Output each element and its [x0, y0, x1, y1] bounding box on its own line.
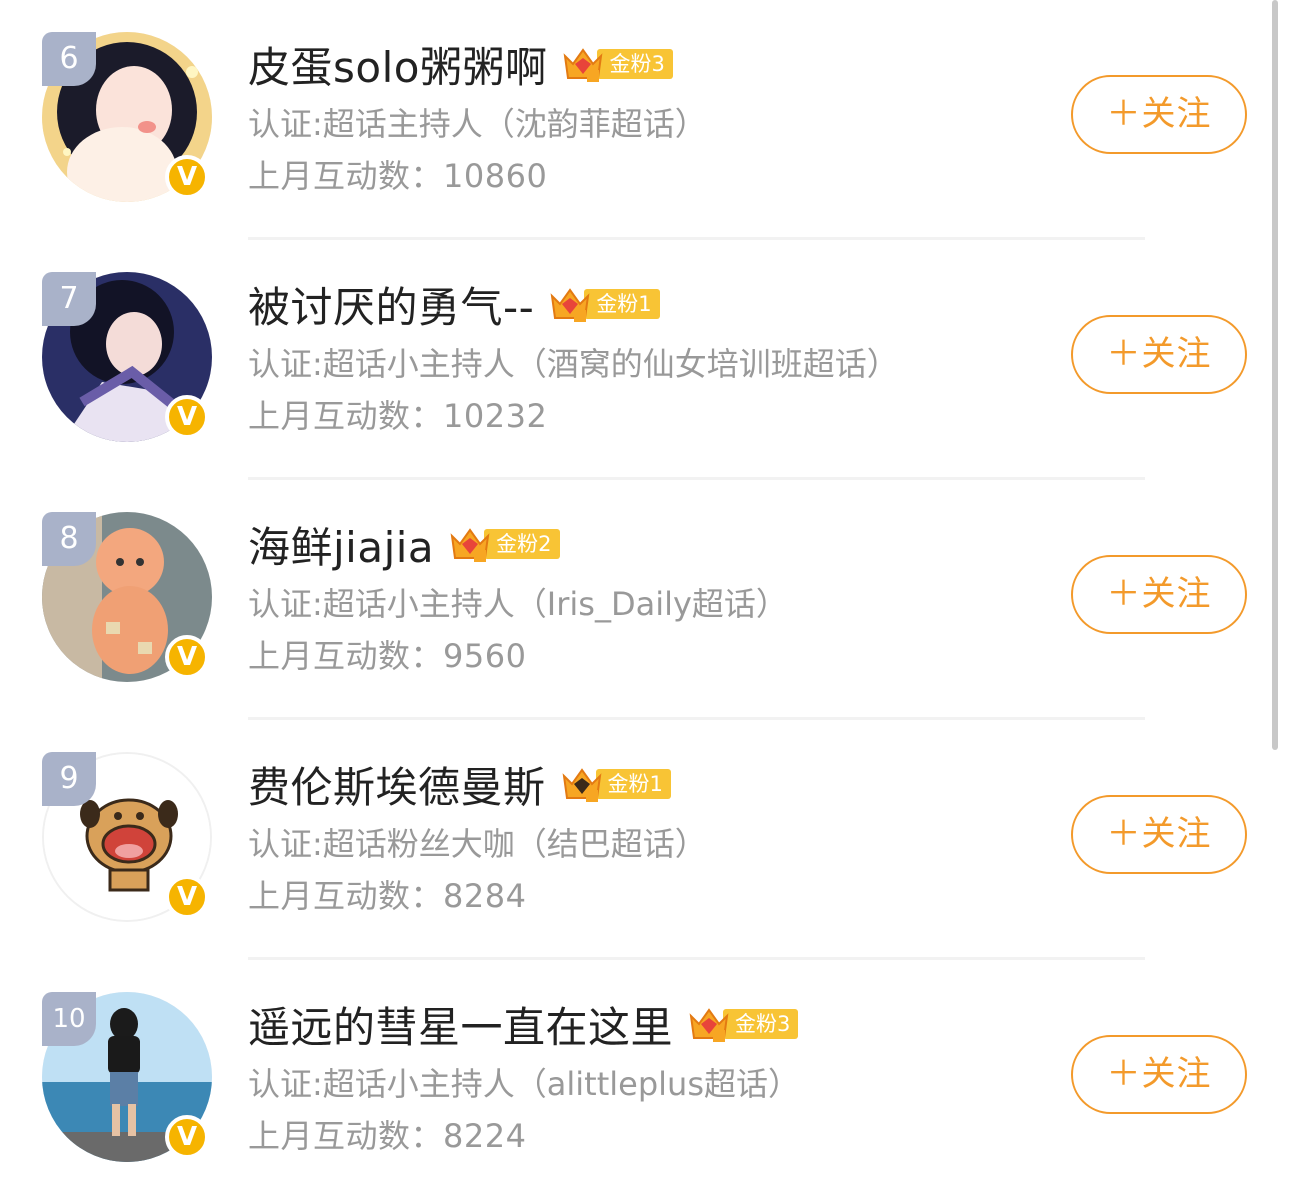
rank-badge: 8 — [42, 512, 96, 566]
fan-level-badge: 金粉2 — [448, 527, 560, 562]
interaction-count: 上月互动数：8224 — [248, 1117, 527, 1155]
scrollbar[interactable] — [1272, 0, 1278, 750]
follow-button[interactable]: ＋关注 — [1071, 315, 1247, 394]
rank-badge: 6 — [42, 32, 96, 86]
user-info: 海鲜jiajia 金粉2 认证:超话小主持人（Iris_Daily超话） 上月互… — [248, 516, 788, 678]
certification-text: 认证:超话主持人（沈韵菲超话） — [248, 105, 707, 143]
follow-button[interactable]: ＋关注 — [1071, 1035, 1247, 1114]
certification-text: 认证:超话小主持人（Iris_Daily超话） — [248, 585, 788, 623]
follow-button[interactable]: ＋关注 — [1071, 555, 1247, 634]
user-info: 皮蛋solo粥粥啊 金粉3 认证:超话主持人（沈韵菲超话） 上月互动数：1086… — [248, 36, 707, 198]
verified-icon: V — [165, 1115, 209, 1159]
follow-button[interactable]: ＋关注 — [1071, 795, 1247, 874]
verified-icon: V — [165, 875, 209, 919]
fan-level-badge: 金粉1 — [560, 767, 671, 802]
list-item[interactable]: 8 V 海鲜jiajia 金粉2 认证:超话小主持人（Iris_Daily超话）… — [0, 480, 1290, 720]
verified-icon: V — [165, 155, 209, 199]
verified-icon: V — [165, 635, 209, 679]
follow-button[interactable]: ＋关注 — [1071, 75, 1247, 154]
list-item[interactable]: 6 V 皮蛋solo粥粥啊 金粉3 认证:超话主持人（沈韵菲超话） 上月互动数：… — [0, 0, 1290, 240]
list-item[interactable]: 9 V 费伦斯埃德曼斯 金粉1 认证:超话粉丝大咖（结巴超话） 上月互动数：82… — [0, 720, 1290, 960]
user-name[interactable]: 遥远的彗星一直在这里 — [248, 994, 673, 1055]
crown-icon — [450, 528, 490, 562]
avatar-container[interactable]: 7 V — [42, 272, 212, 442]
fan-level-label: 金粉1 — [595, 769, 671, 799]
ranking-list: 6 V 皮蛋solo粥粥啊 金粉3 认证:超话主持人（沈韵菲超话） 上月互动数：… — [0, 0, 1290, 1191]
rank-badge: 9 — [42, 752, 96, 806]
user-info: 费伦斯埃德曼斯 金粉1 认证:超话粉丝大咖（结巴超话） 上月互动数：8284 — [248, 756, 707, 918]
interaction-count: 上月互动数：10232 — [248, 397, 548, 435]
certification-text: 认证:超话小主持人（alittleplus超话） — [248, 1065, 801, 1103]
crown-icon — [689, 1008, 729, 1042]
certification-text: 认证:超话小主持人（酒窝的仙女培训班超话） — [248, 345, 899, 383]
fan-level-label: 金粉3 — [597, 49, 673, 79]
user-name[interactable]: 费伦斯埃德曼斯 — [248, 754, 546, 815]
list-item[interactable]: 7 V 被讨厌的勇气-- 金粉1 认证:超话小主持人（酒窝的仙女培训班超话） 上… — [0, 240, 1290, 480]
fan-level-label: 金粉3 — [723, 1009, 799, 1039]
avatar-container[interactable]: 6 V — [42, 32, 212, 202]
list-item[interactable]: 10 V 遥远的彗星一直在这里 金粉3 认证:超话小主持人（alittleplu… — [0, 960, 1290, 1191]
crown-icon — [550, 288, 590, 322]
fan-level-label: 金粉1 — [584, 289, 660, 319]
crown-icon — [564, 48, 603, 82]
fan-level-badge: 金粉1 — [548, 287, 660, 322]
user-name[interactable]: 被讨厌的勇气-- — [248, 274, 534, 335]
user-name[interactable]: 海鲜jiajia — [248, 514, 434, 575]
avatar-container[interactable]: 10 V — [42, 992, 212, 1162]
user-info: 被讨厌的勇气-- 金粉1 认证:超话小主持人（酒窝的仙女培训班超话） 上月互动数… — [248, 276, 899, 438]
avatar-container[interactable]: 9 V — [42, 752, 212, 922]
certification-text: 认证:超话粉丝大咖（结巴超话） — [248, 825, 707, 863]
fan-level-badge: 金粉3 — [687, 1007, 799, 1042]
avatar-container[interactable]: 8 V — [42, 512, 212, 682]
user-name[interactable]: 皮蛋solo粥粥啊 — [248, 34, 547, 95]
rank-badge: 10 — [42, 992, 96, 1046]
verified-icon: V — [165, 395, 209, 439]
crown-icon — [562, 768, 601, 802]
interaction-count: 上月互动数：9560 — [248, 637, 527, 675]
rank-badge: 7 — [42, 272, 96, 326]
user-info: 遥远的彗星一直在这里 金粉3 认证:超话小主持人（alittleplus超话） … — [248, 996, 800, 1158]
fan-level-label: 金粉2 — [484, 529, 560, 559]
interaction-count: 上月互动数：8284 — [248, 877, 527, 915]
fan-level-badge: 金粉3 — [561, 47, 673, 82]
interaction-count: 上月互动数：10860 — [248, 157, 548, 195]
